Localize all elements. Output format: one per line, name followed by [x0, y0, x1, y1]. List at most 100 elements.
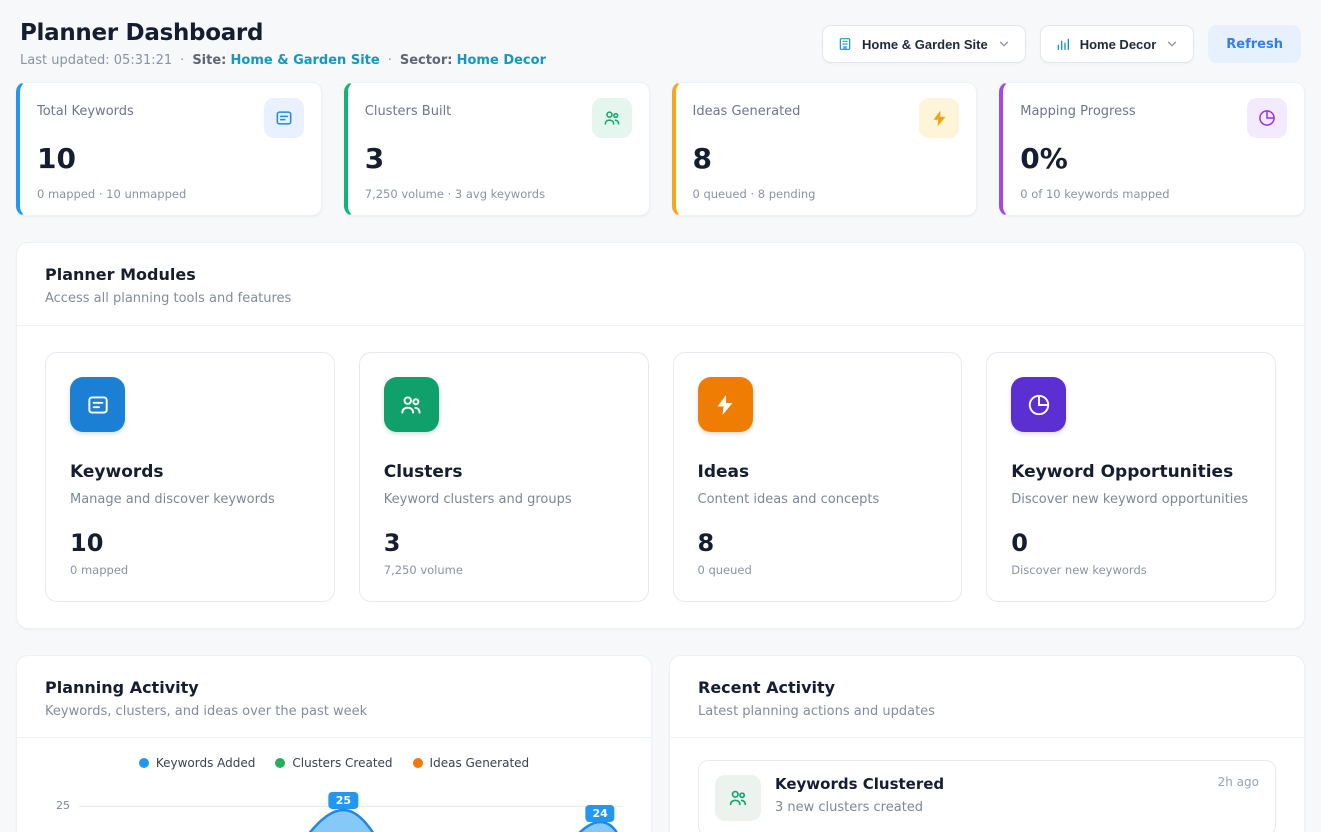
legend-label: Ideas Generated	[430, 756, 530, 770]
pie-chart-icon	[1247, 98, 1287, 138]
panel-title: Planning Activity	[45, 678, 623, 697]
module-title: Clusters	[384, 462, 624, 482]
legend-item-keywords-added[interactable]: Keywords Added	[139, 756, 256, 770]
header-left: Planner Dashboard Last updated: 05:31:21…	[20, 20, 546, 68]
sector-label: Sector:	[400, 53, 453, 68]
module-title: Keyword Opportunities	[1011, 462, 1251, 482]
site-selector-label: Home & Garden Site	[862, 37, 988, 52]
bolt-icon	[698, 377, 753, 432]
stat-value: 3	[365, 142, 632, 175]
legend-dot	[139, 758, 149, 768]
module-subtext: 7,250 volume	[384, 563, 624, 577]
stat-value: 0%	[1020, 142, 1287, 175]
stat-card-mapping-progress: Mapping Progress 0% 0 of 10 keywords map…	[999, 82, 1305, 216]
planner-modules-header: Planner Modules Access all planning tool…	[17, 243, 1304, 326]
site-label: Site:	[192, 53, 226, 68]
section-subtitle: Access all planning tools and features	[45, 291, 1276, 306]
section-title: Planner Modules	[45, 265, 1276, 284]
module-value: 3	[384, 529, 624, 557]
module-card-keyword-opportunities[interactable]: Keyword Opportunities Discover new keywo…	[986, 352, 1276, 602]
sector-meta: Sector: Home Decor	[400, 53, 546, 68]
activity-title: Keywords Clustered	[775, 775, 944, 793]
site-selector-button[interactable]: Home & Garden Site	[822, 25, 1026, 63]
activity-timestamp: 2h ago	[1218, 775, 1259, 789]
module-subtext: 0 queued	[698, 563, 938, 577]
bottom-panels: Planning Activity Keywords, clusters, an…	[16, 655, 1305, 832]
stat-label: Clusters Built	[365, 98, 452, 119]
activity-item: Keywords Clustered 3 new clusters create…	[698, 760, 1276, 832]
meta-separator: ·	[388, 53, 392, 68]
stat-card-total-keywords: Total Keywords 10 0 mapped · 10 unmapped	[16, 82, 322, 216]
module-subtext: 0 mapped	[70, 563, 310, 577]
refresh-button[interactable]: Refresh	[1208, 25, 1301, 63]
legend-item-clusters-created[interactable]: Clusters Created	[275, 756, 392, 770]
keywords-icon	[264, 98, 304, 138]
panel-subtitle: Keywords, clusters, and ideas over the p…	[45, 704, 623, 719]
module-subtext: Discover new keywords	[1011, 563, 1251, 577]
y-axis-tick: 25	[56, 799, 70, 812]
site-link[interactable]: Home & Garden Site	[231, 53, 380, 68]
chevron-down-icon	[1165, 37, 1179, 51]
modules-grid: Keywords Manage and discover keywords 10…	[17, 326, 1304, 628]
stat-value: 8	[693, 142, 960, 175]
module-description: Discover new keyword opportunities	[1011, 492, 1251, 507]
header-actions: Home & Garden Site Home Decor Refresh	[822, 25, 1301, 63]
chart-y-axis: 25	[45, 782, 79, 832]
sector-link[interactable]: Home Decor	[457, 53, 546, 68]
sector-selector-button[interactable]: Home Decor	[1040, 25, 1195, 63]
panel-subtitle: Latest planning actions and updates	[698, 704, 1276, 719]
module-description: Keyword clusters and groups	[384, 492, 624, 507]
legend-dot	[275, 758, 285, 768]
panel-title: Recent Activity	[698, 678, 1276, 697]
clusters-icon	[592, 98, 632, 138]
stat-value: 10	[37, 142, 304, 175]
stat-subtext: 7,250 volume · 3 avg keywords	[365, 187, 632, 201]
stat-card-ideas-generated: Ideas Generated 8 0 queued · 8 pending	[672, 82, 978, 216]
planning-activity-header: Planning Activity Keywords, clusters, an…	[17, 656, 651, 738]
legend-dot	[413, 758, 423, 768]
module-title: Keywords	[70, 462, 310, 482]
activity-description: 3 new clusters created	[775, 800, 944, 815]
building-icon	[837, 36, 853, 52]
module-title: Ideas	[698, 462, 938, 482]
planner-dashboard-page: Planner Dashboard Last updated: 05:31:21…	[0, 0, 1321, 832]
sector-selector-label: Home Decor	[1080, 37, 1157, 52]
keywords-icon	[70, 377, 125, 432]
clusters-icon	[715, 775, 761, 821]
stats-row: Total Keywords 10 0 mapped · 10 unmapped…	[16, 82, 1305, 216]
module-description: Manage and discover keywords	[70, 492, 310, 507]
bar-chart-icon	[1055, 36, 1071, 52]
module-card-ideas[interactable]: Ideas Content ideas and concepts 8 0 que…	[673, 352, 963, 602]
clusters-icon	[384, 377, 439, 432]
last-updated-text: Last updated: 05:31:21	[20, 53, 172, 68]
chevron-down-icon	[997, 37, 1011, 51]
stat-label: Ideas Generated	[693, 98, 801, 119]
header: Planner Dashboard Last updated: 05:31:21…	[16, 16, 1305, 68]
data-label-badge: 25	[329, 792, 358, 809]
pie-chart-icon	[1011, 377, 1066, 432]
activity-text: Keywords Clustered 3 new clusters create…	[775, 775, 944, 815]
stat-label: Total Keywords	[37, 98, 134, 119]
stat-subtext: 0 of 10 keywords mapped	[1020, 187, 1287, 201]
module-value: 0	[1011, 529, 1251, 557]
module-card-keywords[interactable]: Keywords Manage and discover keywords 10…	[45, 352, 335, 602]
stat-subtext: 0 queued · 8 pending	[693, 187, 960, 201]
data-label-badge: 24	[585, 805, 614, 822]
site-meta: Site: Home & Garden Site	[192, 53, 379, 68]
planning-activity-panel: Planning Activity Keywords, clusters, an…	[16, 655, 652, 832]
stat-card-clusters-built: Clusters Built 3 7,250 volume · 3 avg ke…	[344, 82, 650, 216]
bolt-icon	[919, 98, 959, 138]
recent-activity-header: Recent Activity Latest planning actions …	[670, 656, 1304, 738]
module-description: Content ideas and concepts	[698, 492, 938, 507]
planner-modules-section: Planner Modules Access all planning tool…	[16, 242, 1305, 629]
module-value: 10	[70, 529, 310, 557]
legend-label: Keywords Added	[156, 756, 256, 770]
header-meta: Last updated: 05:31:21 · Site: Home & Ga…	[20, 53, 546, 68]
stat-label: Mapping Progress	[1020, 98, 1135, 119]
module-card-clusters[interactable]: Clusters Keyword clusters and groups 3 7…	[359, 352, 649, 602]
chart-plot-area: 25 24	[79, 782, 623, 832]
legend-label: Clusters Created	[292, 756, 392, 770]
planning-activity-body: Keywords Added Clusters Created Ideas Ge…	[17, 738, 651, 832]
page-title: Planner Dashboard	[20, 20, 546, 46]
legend-item-ideas-generated[interactable]: Ideas Generated	[413, 756, 530, 770]
